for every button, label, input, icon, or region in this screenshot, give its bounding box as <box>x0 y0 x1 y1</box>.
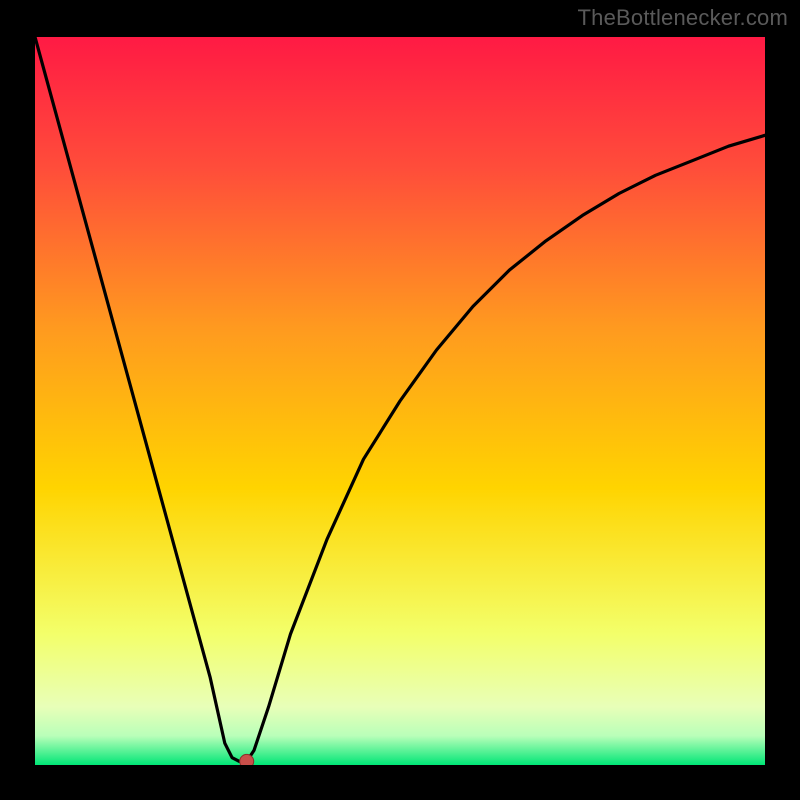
optimal-point-marker <box>240 754 254 765</box>
attribution-label: TheBottlenecker.com <box>578 5 788 31</box>
bottleneck-chart <box>35 37 765 765</box>
chart-frame: TheBottlenecker.com <box>0 0 800 800</box>
